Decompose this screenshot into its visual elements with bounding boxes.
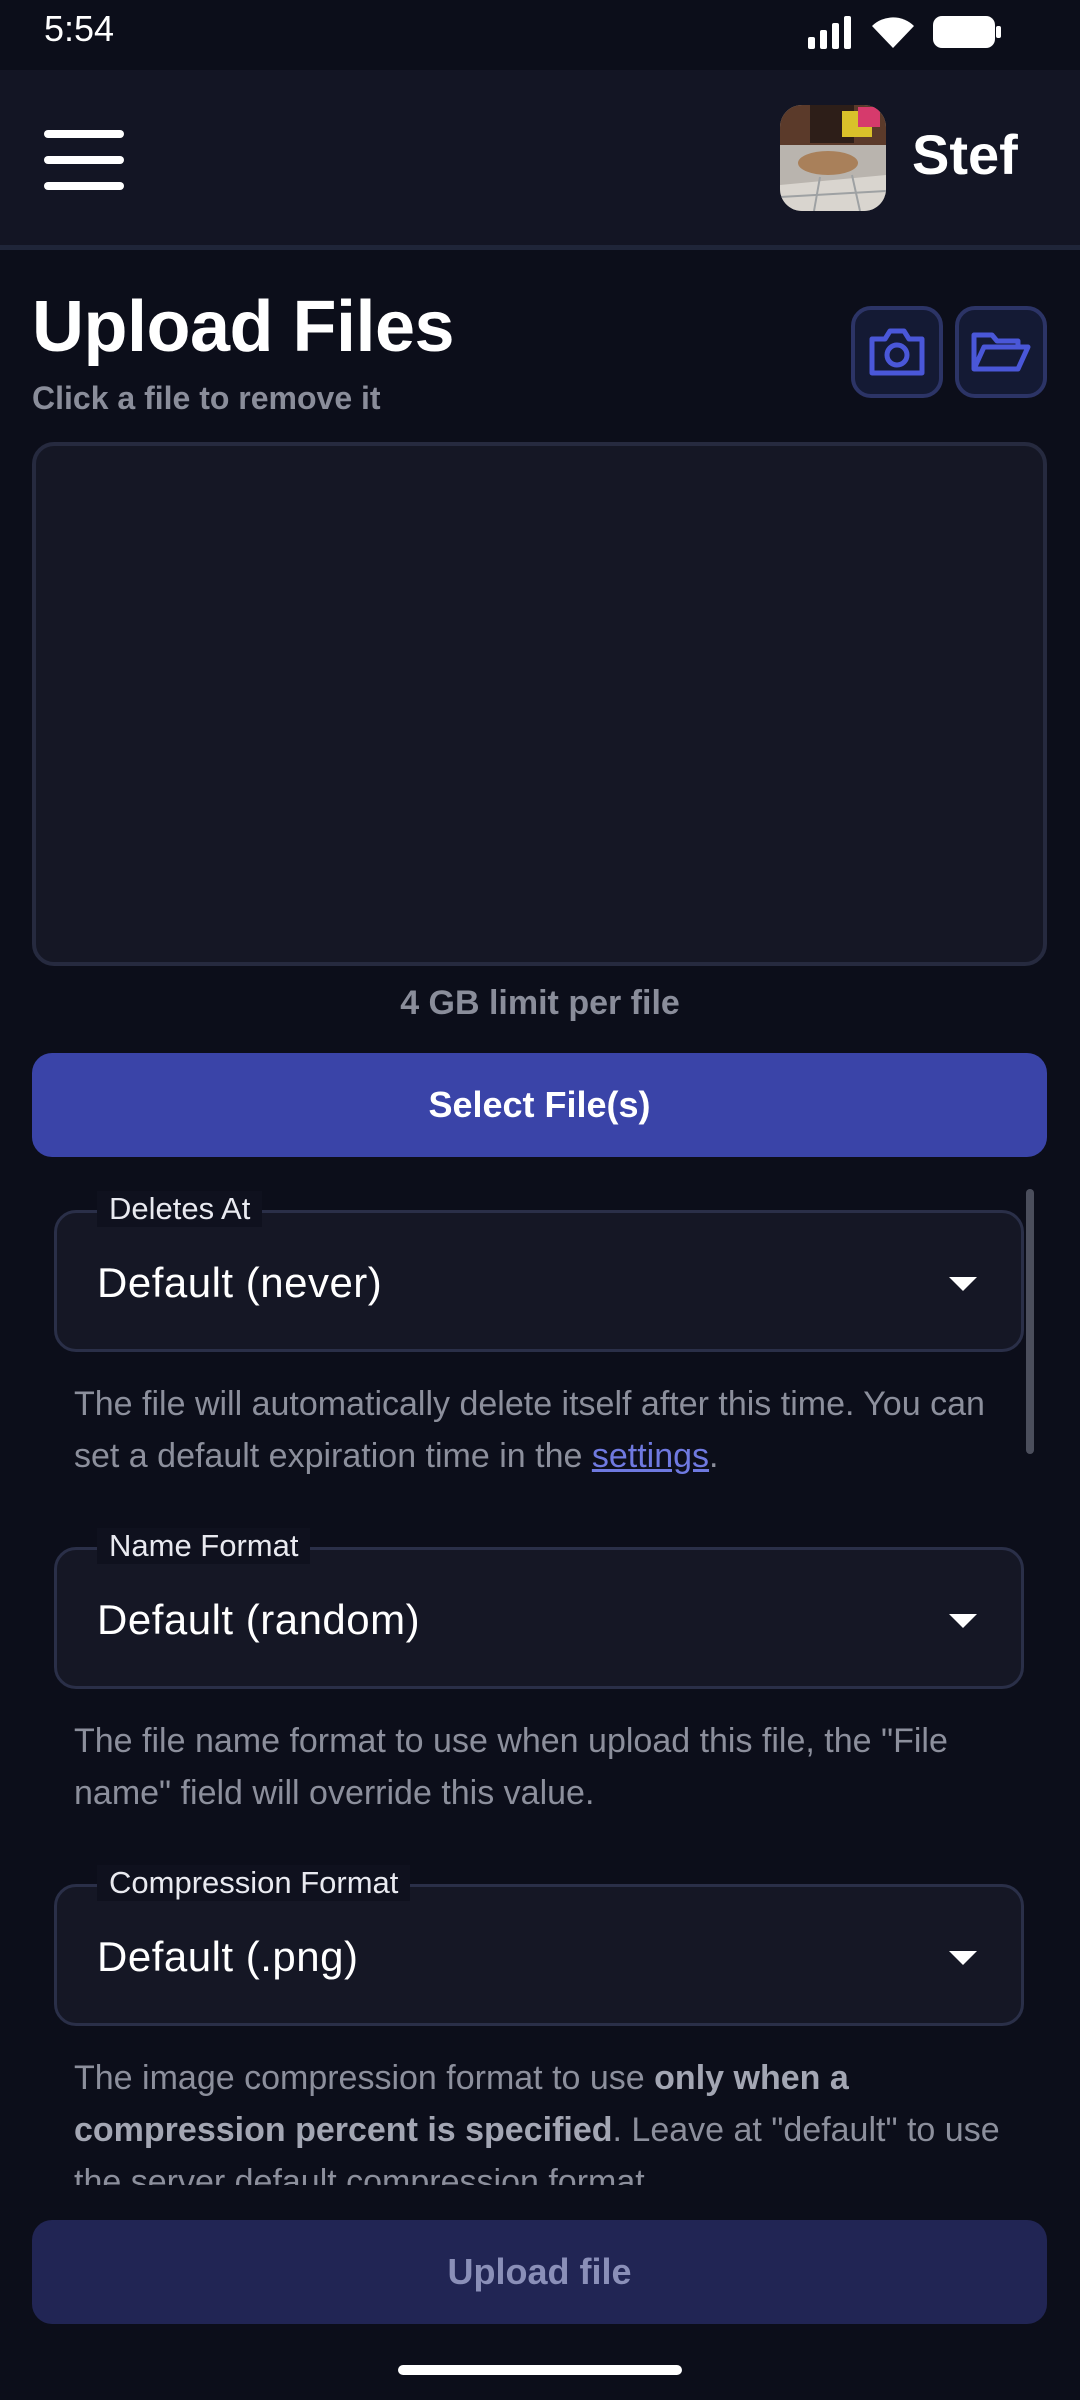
signal-icon <box>808 16 851 49</box>
deletes-at-select[interactable]: Deletes At Default (never) <box>54 1191 1024 1352</box>
name-format-label: Name Format <box>97 1528 311 1564</box>
hamburger-menu-icon[interactable] <box>44 130 124 190</box>
page-subtitle: Click a file to remove it <box>32 380 381 416</box>
compression-format-label: Compression Format <box>97 1865 411 1901</box>
file-drop-zone[interactable] <box>32 442 1047 966</box>
select-files-button[interactable]: Select File(s) <box>32 1053 1047 1157</box>
upload-options[interactable]: Deletes At Default (never) The file will… <box>0 1185 1080 2185</box>
status-icons <box>806 14 1002 50</box>
avatar[interactable] <box>780 105 886 211</box>
page-title: Upload Files <box>32 287 455 367</box>
deletes-at-value: Default (never) <box>97 1259 383 1306</box>
settings-link[interactable]: settings <box>592 1437 709 1475</box>
camera-icon <box>869 328 925 376</box>
upload-file-button[interactable]: Upload file <box>32 2220 1047 2324</box>
app-header: Stef <box>0 70 1080 250</box>
compression-format-select[interactable]: Compression Format Default (.png) <box>54 1865 1024 2026</box>
name-format-help: The file name format to use when upload … <box>74 1722 948 1812</box>
name-format-value: Default (random) <box>97 1596 421 1643</box>
chevron-down-icon <box>949 1277 977 1291</box>
avatar-image <box>780 105 886 211</box>
deletes-at-label: Deletes At <box>97 1191 263 1227</box>
status-bar: 5:54 <box>0 0 1080 70</box>
upload-page: 5:54 Stef Upload Files Click a file to r… <box>0 0 1080 2400</box>
status-time: 5:54 <box>44 8 115 49</box>
compression-format-value: Default (.png) <box>97 1933 359 1980</box>
name-format-select[interactable]: Name Format Default (random) <box>54 1528 1024 1689</box>
file-limit-text: 4 GB limit per file <box>400 984 680 1022</box>
options-scrollbar[interactable] <box>1026 1189 1034 1454</box>
folder-button[interactable] <box>955 306 1047 398</box>
deletes-at-help: The file will automatically delete itsel… <box>74 1385 985 1475</box>
user-name[interactable]: Stef <box>912 122 1018 187</box>
camera-button[interactable] <box>851 306 943 398</box>
wifi-icon <box>872 17 914 48</box>
battery-icon <box>933 16 1001 48</box>
compression-format-help: The image compression format to use only… <box>74 2059 1000 2185</box>
folder-open-icon <box>971 332 1031 372</box>
chevron-down-icon <box>949 1951 977 1965</box>
chevron-down-icon <box>949 1614 977 1628</box>
home-indicator[interactable] <box>398 2365 682 2375</box>
